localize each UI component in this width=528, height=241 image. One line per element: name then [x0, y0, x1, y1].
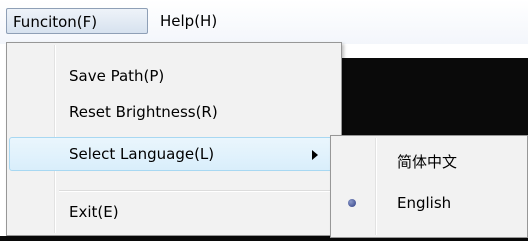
submenu-item-simplified-chinese[interactable]: 简体中文 — [333, 142, 525, 182]
menu-help[interactable]: Help(H) — [154, 8, 223, 34]
menu-item-save-path[interactable]: Save Path(P) — [9, 59, 339, 93]
submenu-item-english[interactable]: English — [333, 183, 525, 223]
menu-separator-highlight — [59, 191, 337, 192]
language-submenu: 简体中文 English — [330, 135, 528, 238]
menu-item-label: Save Path(P) — [69, 67, 165, 85]
submenu-item-label: English — [397, 194, 452, 212]
menu-item-label: Exit(E) — [69, 203, 119, 221]
menu-item-label: Select Language(L) — [69, 145, 215, 163]
menu-function[interactable]: Funciton(F) — [6, 8, 148, 34]
menu-item-exit[interactable]: Exit(E) — [9, 195, 339, 229]
menu-item-reset-brightness[interactable]: Reset Brightness(R) — [9, 95, 339, 129]
menu-bar: Funciton(F) Help(H) — [0, 0, 528, 44]
submenu-item-label: 简体中文 — [397, 153, 458, 171]
radio-selected-icon — [348, 199, 356, 207]
function-dropdown: Save Path(P) Reset Brightness(R) Select … — [6, 42, 342, 236]
menu-item-select-language[interactable]: Select Language(L) — [9, 137, 339, 171]
menu-item-label: Reset Brightness(R) — [69, 103, 218, 121]
chevron-right-icon — [312, 150, 318, 160]
